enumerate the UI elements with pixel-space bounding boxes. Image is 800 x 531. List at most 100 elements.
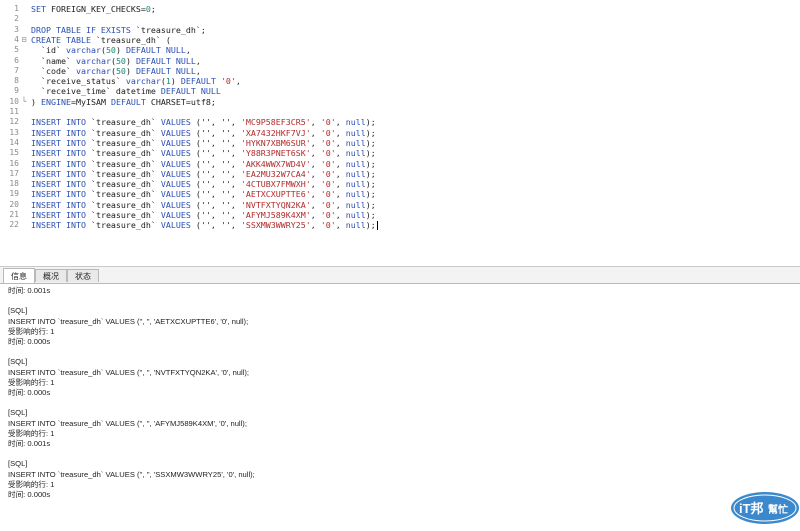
- code-token: DEFAULT NULL: [160, 86, 221, 97]
- code-token: ,: [310, 179, 321, 190]
- code-token: VALUES: [160, 127, 196, 138]
- code-token: 'SSXMW3WWRY25': [240, 220, 311, 231]
- line-number: 11: [9, 107, 19, 116]
- code-token: ,: [335, 127, 346, 138]
- code-token: ,: [310, 148, 321, 159]
- code-line[interactable]: 12 INSERT INTO `treasure_dh` VALUES ('', …: [0, 117, 800, 127]
- code-line[interactable]: 19 INSERT INTO `treasure_dh` VALUES ('', …: [0, 189, 800, 199]
- code-line[interactable]: 3 DROP TABLE IF EXISTS `treasure_dh`;: [0, 25, 800, 35]
- code-token: ('', '',: [195, 168, 241, 179]
- code-token: 'AFYMJ589K4XM': [240, 210, 311, 220]
- code-text: INSERT INTO `treasure_dh` VALUES ('', ''…: [31, 210, 376, 220]
- code-token: VALUES: [160, 117, 196, 128]
- code-text: INSERT INTO `treasure_dh` VALUES ('', ''…: [31, 179, 376, 189]
- code-token: SET: [31, 4, 51, 14]
- code-token: 'HYKN7XBM6SUR': [240, 137, 311, 148]
- output-line: 受影响的行: 1: [8, 479, 55, 489]
- code-line[interactable]: 9 `receive_time` datetime DEFAULT NULL: [0, 86, 800, 96]
- code-token: ,: [335, 137, 346, 148]
- line-number: 9: [14, 86, 19, 96]
- code-token: ('', '',: [195, 199, 241, 210]
- tab-overview[interactable]: 概况: [35, 269, 67, 282]
- output-line: INSERT INTO `treasure_dh` VALUES ('', ''…: [8, 418, 247, 428]
- code-token: ,: [310, 220, 321, 231]
- code-token: ('', '',: [195, 210, 241, 220]
- code-line[interactable]: 17 INSERT INTO `treasure_dh` VALUES ('', …: [0, 169, 800, 179]
- code-token: 50: [115, 65, 126, 76]
- code-text: `id` varchar(50) DEFAULT NULL,: [31, 45, 191, 55]
- sql-editor[interactable]: 1 SET FOREIGN_KEY_CHECKS=0; 2 3 DROP TABLE I…: [0, 0, 800, 266]
- output-line: INSERT INTO `treasure_dh` VALUES ('', ''…: [8, 469, 255, 479]
- tab-info[interactable]: 信息: [3, 268, 35, 283]
- code-token: CREATE TABLE: [31, 34, 96, 45]
- code-line[interactable]: 20 INSERT INTO `treasure_dh` VALUES ('', …: [0, 200, 800, 210]
- code-line[interactable]: 10 └) ENGINE=MyISAM DEFAULT CHARSET=utf8;: [0, 97, 800, 107]
- code-token: `treasure_dh`: [90, 148, 161, 159]
- code-text: INSERT INTO `treasure_dh` VALUES ('', ''…: [31, 169, 376, 179]
- code-token: FOREIGN_KEY_CHECKS=: [50, 4, 146, 14]
- code-line[interactable]: 22 INSERT INTO `treasure_dh` VALUES ('', …: [0, 220, 800, 231]
- code-token: ): [125, 65, 136, 76]
- code-token: ;: [150, 4, 156, 14]
- code-token: null: [345, 117, 366, 128]
- code-line[interactable]: 8 `receive_status` varchar(1) DEFAULT '0…: [0, 76, 800, 86]
- code-text: DROP TABLE IF EXISTS `treasure_dh`;: [31, 25, 206, 35]
- code-token: =MyISAM: [70, 96, 111, 107]
- output-line: 受影响的行: 1: [8, 377, 55, 387]
- code-token: VALUES: [160, 179, 196, 190]
- code-token: ,: [335, 117, 346, 128]
- code-token: '0': [320, 189, 336, 200]
- code-token: `treasure_dh`: [90, 220, 161, 231]
- code-text: INSERT INTO `treasure_dh` VALUES ('', ''…: [31, 200, 376, 210]
- fold-marker-icon[interactable]: ⊟: [20, 35, 28, 45]
- text-caret: [376, 221, 378, 231]
- tab-status[interactable]: 状态: [67, 269, 99, 282]
- code-token: ,: [310, 199, 321, 210]
- code-token: null: [345, 158, 366, 169]
- code-line[interactable]: 11: [0, 107, 800, 117]
- code-token: ,: [335, 220, 346, 231]
- code-token: ENGINE: [41, 96, 71, 107]
- code-token: INSERT INTO: [31, 158, 91, 169]
- code-token: ,: [335, 158, 346, 169]
- code-line[interactable]: 1 SET FOREIGN_KEY_CHECKS=0;: [0, 4, 800, 14]
- output-line: INSERT INTO `treasure_dh` VALUES ('', ''…: [8, 316, 249, 326]
- fold-marker-icon[interactable]: └: [20, 97, 28, 107]
- code-token: ('', '',: [195, 117, 241, 128]
- code-token: '0': [320, 220, 336, 231]
- line-number: 4: [14, 34, 19, 44]
- code-token: null: [345, 199, 366, 210]
- code-line[interactable]: 13 INSERT INTO `treasure_dh` VALUES ('', …: [0, 128, 800, 138]
- code-line[interactable]: 4 ⊟ CREATE TABLE `treasure_dh` (: [0, 35, 800, 45]
- code-token: null: [345, 127, 366, 138]
- code-line[interactable]: 5 `id` varchar(50) DEFAULT NULL,: [0, 45, 800, 55]
- code-token: `name`: [31, 55, 76, 66]
- code-token: );: [365, 127, 376, 138]
- code-token: ,: [310, 168, 321, 179]
- code-token: ): [170, 76, 181, 87]
- code-line[interactable]: 2: [0, 14, 800, 24]
- code-token: VALUES: [160, 199, 196, 210]
- code-line[interactable]: 21 INSERT INTO `treasure_dh` VALUES ('', …: [0, 210, 800, 220]
- output-line: 时间: 0.001s: [8, 439, 51, 448]
- code-token: `treasure_dh`: [90, 137, 161, 148]
- code-line[interactable]: 15 INSERT INTO `treasure_dh` VALUES ('', …: [0, 148, 800, 158]
- code-line[interactable]: 16 INSERT INTO `treasure_dh` VALUES ('', …: [0, 159, 800, 169]
- message-output-panel: 时间: 0.001s [SQL] INSERT INTO `treasure_dh`…: [0, 284, 800, 529]
- code-line[interactable]: 14 INSERT INTO `treasure_dh` VALUES ('', …: [0, 138, 800, 148]
- output-line: 受影响的行: 1: [8, 326, 55, 336]
- code-token: ('', '',: [195, 137, 241, 148]
- code-line[interactable]: 7 `code` varchar(50) DEFAULT NULL,: [0, 66, 800, 76]
- line-number: 17: [9, 168, 19, 178]
- code-line[interactable]: 6 `name` varchar(50) DEFAULT NULL,: [0, 56, 800, 66]
- code-token: 'XA7432HKF7VJ': [240, 127, 311, 138]
- output-line: [SQL]: [8, 357, 28, 367]
- code-line[interactable]: 18 INSERT INTO `treasure_dh` VALUES ('', …: [0, 179, 800, 189]
- code-token: '0': [320, 148, 336, 159]
- output-line: 时间: 0.000s: [8, 490, 51, 499]
- code-token: );: [365, 189, 376, 200]
- code-token: '0': [220, 76, 236, 87]
- code-token: VALUES: [160, 148, 196, 159]
- code-text: `code` varchar(50) DEFAULT NULL,: [31, 66, 201, 76]
- output-line: [SQL]: [8, 408, 28, 418]
